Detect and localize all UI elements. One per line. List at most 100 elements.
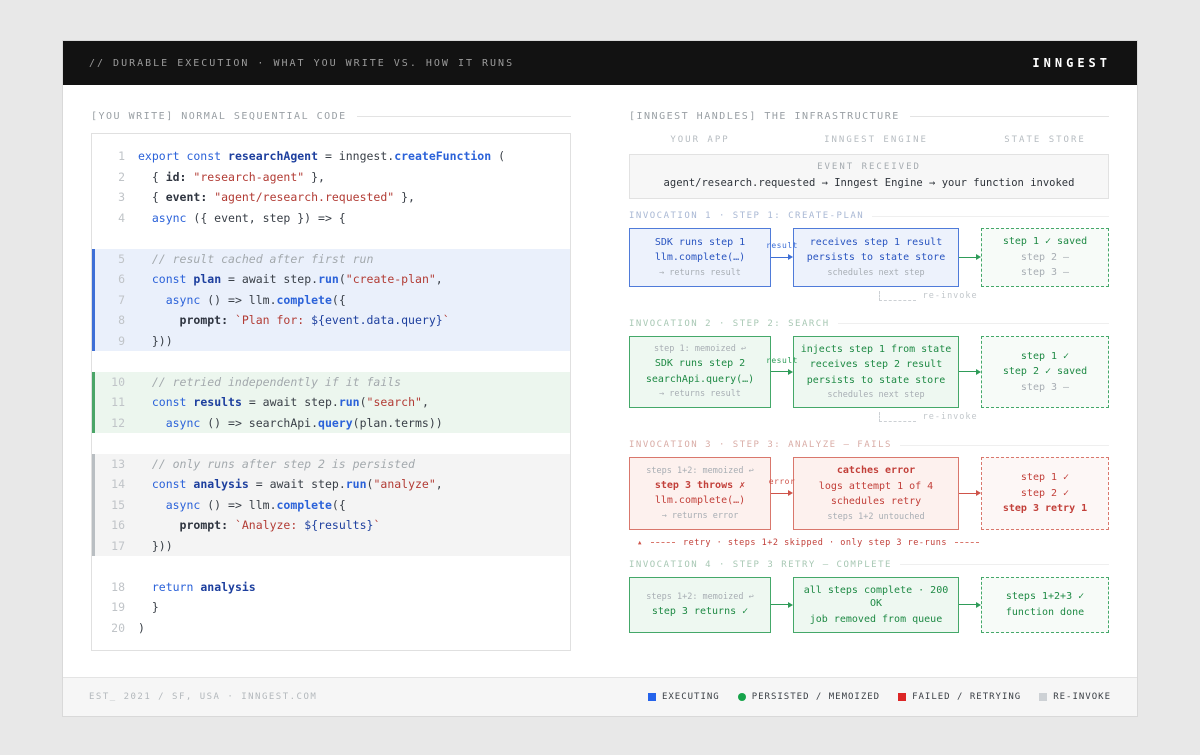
code-token: ({ [332,498,346,512]
arrow-shaft [959,257,976,258]
flow-box-engine: receives step 1 resultpersists to state … [793,228,959,287]
code-token: // retried independently if it fails [138,375,401,389]
code-token: , [436,272,443,286]
code-token: ( [491,149,505,163]
line-number: 6 [95,269,138,290]
code-token: = inngest. [318,149,394,163]
flow-area: INVOCATION 1 · STEP 1: CREATE-PLAN SDK ru… [629,199,1109,633]
footer-meta[interactable]: EST_ 2021 / SF, USA · INNGEST.COM [89,692,317,702]
column-state-store: STATE STORE [981,135,1109,145]
arrow-head-icon [976,369,981,375]
code-line: 4 async ({ event, step }) => { [92,208,570,229]
box-line: schedules next step [798,389,954,401]
flow-box-store: steps 1+2+3 ✓function done [981,577,1109,634]
code-line: 5 // result cached after first run [92,249,570,270]
flow-box-app: SDK runs step 1llm.complete(…) → returns … [629,228,771,287]
box-line: → returns error [634,510,766,522]
code-line: 17 })) [92,536,570,557]
code-token: results [193,395,241,409]
code-line: 14 const analysis = await step.run("anal… [92,474,570,495]
right-panel-heading: [INNGEST HANDLES] THE INFRASTRUCTURE [629,109,1109,123]
code-token: plan [193,272,221,286]
line-number: 13 [95,454,138,475]
code-block: 1export const researchAgent = inngest.cr… [91,133,571,651]
box-line: SDK runs step 1 [634,236,766,250]
code-text: return analysis [138,577,256,598]
code-text: prompt: `Plan for: ${event.data.query}` [138,310,450,331]
legend-item: RE-INVOKE [1039,692,1111,702]
arrow-label: result [766,356,798,365]
code-token: ({ event, step }) => { [186,211,345,225]
code-line: 15 async () => llm.complete({ [92,495,570,516]
box-line: llm.complete(…) [634,494,766,508]
heading-rule [910,116,1109,117]
code-token: , [436,477,443,491]
box-line: steps 1+2 untouched [798,511,954,523]
flow-box-store: step 1 ✓ savedstep 2 —step 3 — [981,228,1109,287]
arrow-shaft [959,371,976,372]
legend: EXECUTINGPERSISTED / MEMOIZEDFAILED / RE… [648,692,1111,702]
code-text: async () => searchApi.query(plan.terms)) [138,413,443,434]
line-number: 2 [95,167,138,188]
invocation-label: INVOCATION 3 · STEP 3: ANALYZE — FAILS [629,440,1109,450]
code-text: async () => llm.complete({ [138,495,346,516]
line-number [95,433,138,454]
box-line: catches error [798,464,954,478]
line-number: 1 [95,146,138,167]
invocation-row: steps 1+2: memoized ↩step 3 returns ✓ all… [629,577,1109,634]
box-line: step 2 ✓ saved [986,365,1104,379]
invocation-label-text: INVOCATION 2 · STEP 2: SEARCH [629,319,830,329]
code-line: 8 prompt: `Plan for: ${event.data.query}… [92,310,570,331]
code-token: run [339,395,360,409]
reinvoke-label: re-invoke [923,412,978,422]
code-token: { [138,190,166,204]
code-text: const analysis = await step.run("analyze… [138,474,443,495]
flow-box-engine: injects step 1 from statereceives step 2… [793,336,959,409]
legend-item: PERSISTED / MEMOIZED [738,692,880,702]
flow-box-engine: catches errorlogs attempt 1 of 4schedule… [793,457,959,530]
code-text: { event: "agent/research.requested" }, [138,187,415,208]
arrow-head-icon [788,254,793,260]
code-line: 1export const researchAgent = inngest.cr… [92,146,570,167]
label-rule [900,445,1109,446]
flow-box-app: steps 1+2: memoized ↩step 3 returns ✓ [629,577,771,634]
flow-box-app: step 1: memoized ↩SDK runs step 2searchA… [629,336,771,409]
code-token [138,293,166,307]
code-token: , [422,395,429,409]
line-number: 7 [95,290,138,311]
invocation-label: INVOCATION 2 · STEP 2: SEARCH [629,319,1109,329]
code-token: "research-agent" [193,170,304,184]
box-line: llm.complete(…) [634,251,766,265]
reinvoke-indicator: re-invoke [879,291,978,301]
box-line: function done [986,606,1104,620]
code-text: const plan = await step.run("create-plan… [138,269,443,290]
main-content: [YOU WRITE] NORMAL SEQUENTIAL CODE 1expo… [63,85,1137,677]
arrow-shaft [959,493,976,494]
line-number: 14 [95,474,138,495]
arrow-head-icon [788,490,793,496]
code-token: researchAgent [228,149,318,163]
invocation-label: INVOCATION 4 · STEP 3 RETRY — COMPLETE [629,560,1109,570]
invocation-label-text: INVOCATION 4 · STEP 3 RETRY — COMPLETE [629,560,892,570]
code-token: // only runs after step 2 is persisted [138,457,415,471]
line-number [95,556,138,577]
flow-arrow-icon [959,336,981,409]
code-token: const [152,272,187,286]
line-number: 3 [95,187,138,208]
code-token: ${event.data.query} [311,313,443,327]
heading-rule [357,116,571,117]
code-token: return [152,580,194,594]
top-bar-title: // DURABLE EXECUTION · WHAT YOU WRITE VS… [89,58,514,69]
flow-box-engine: all steps complete · 200 OKjob removed f… [793,577,959,634]
code-line: 12 async () => searchApi.query(plan.term… [92,413,570,434]
code-token [138,211,152,225]
reinvoke-row: re-invoke [629,411,1109,428]
box-line: → returns result [634,267,766,279]
code-token: () => llm. [200,293,276,307]
box-line: step 3 — [986,266,1104,280]
invocation-label-text: INVOCATION 1 · STEP 1: CREATE-PLAN [629,211,864,221]
column-gap [959,135,981,145]
code-token: ( [360,395,367,409]
arrow-shaft [771,257,788,258]
reinvoke-elbow-icon [879,412,916,422]
